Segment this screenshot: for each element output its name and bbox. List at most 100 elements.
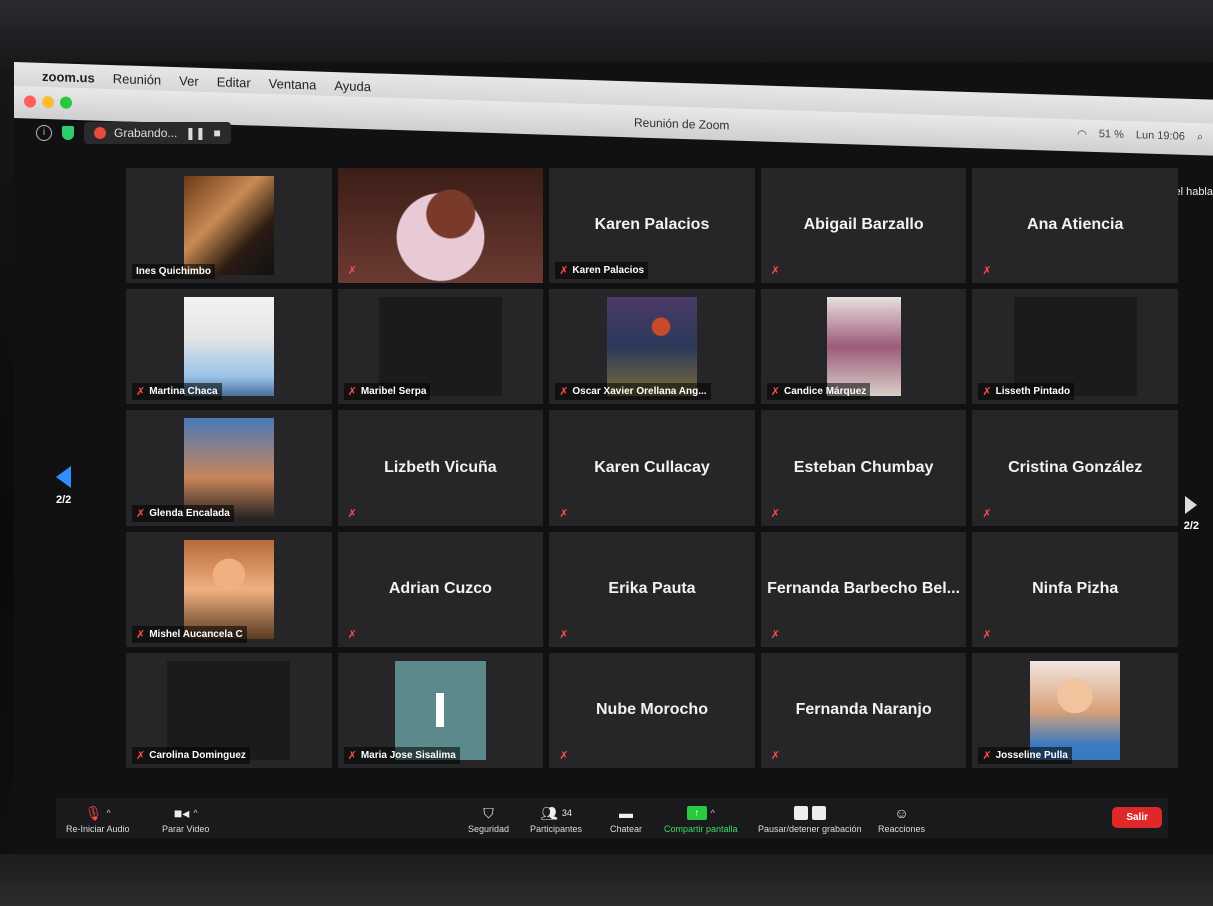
leave-button[interactable]: Salir — [1112, 807, 1162, 828]
minimize-window-button[interactable] — [42, 95, 54, 109]
muted-microphone-icon: ✗ — [982, 749, 992, 762]
participant-tile[interactable]: Ninfa Pizha ✗ — [972, 531, 1178, 647]
participant-tile[interactable]: ✗ Carolina Dominguez — [126, 652, 332, 768]
participant-name-label: ✗ — [767, 626, 784, 643]
microphone-muted-icon: 🎙︎ — [84, 804, 103, 821]
participant-name-label: ✗ — [555, 747, 572, 764]
muted-microphone-icon: ✗ — [347, 628, 357, 641]
reactions-label: Reacciones — [878, 824, 926, 834]
participant-name-label: ✗ Maria Jose Sisalima — [343, 746, 460, 764]
muted-microphone-icon: ✗ — [136, 507, 146, 520]
participant-tile[interactable]: ✗ Martina Chaca — [126, 289, 332, 405]
participant-name-label: ✗ Mishel Aucancela C — [132, 625, 247, 643]
menu-editar[interactable]: Editar — [217, 74, 251, 90]
participant-tile[interactable]: ✗ Oscar Xavier Orellana Ang... — [549, 289, 755, 405]
recording-control-button[interactable]: Pausar/detener grabación — [758, 804, 862, 834]
participant-name-label: ✗ Carolina Dominguez — [132, 746, 250, 764]
participant-name-label: ✗ — [344, 262, 361, 279]
chat-button[interactable]: ▬ Chatear — [610, 804, 642, 834]
participant-grid: Ines Quichimbo ✗ Karen Palacios ✗ Karen Pala… — [126, 168, 1178, 768]
window-controls — [24, 95, 72, 109]
participant-tile[interactable]: Nube Morocho ✗ — [549, 652, 755, 768]
participant-name-label: ✗ — [978, 262, 995, 279]
participant-tile[interactable]: Lizbeth Vicuña ✗ — [337, 410, 544, 526]
participant-tile[interactable]: ✗ Lisseth Pintado — [972, 289, 1178, 405]
participant-tile[interactable]: ✗ Maribel Serpa — [337, 289, 544, 405]
chat-label: Chatear — [610, 824, 643, 834]
menu-reunion[interactable]: Reunión — [113, 71, 161, 88]
participant-video — [378, 297, 503, 397]
chevron-up-icon[interactable]: ^ — [107, 808, 111, 818]
reactions-button[interactable]: ☺ Reacciones — [878, 804, 925, 834]
encryption-shield-icon[interactable] — [62, 126, 74, 140]
muted-microphone-icon: ✗ — [770, 386, 781, 399]
participant-tile[interactable]: Karen Palacios ✗ Karen Palacios — [549, 168, 755, 284]
participant-center-name: Nube Morocho — [595, 701, 708, 719]
participant-name-label: ✗ Maribel Serpa — [343, 383, 431, 401]
participant-tile[interactable]: ✗ Josseline Pulla — [972, 652, 1178, 768]
chat-bubble-icon: ▬ — [619, 805, 634, 821]
muted-microphone-icon: ✗ — [347, 507, 357, 520]
next-page-button[interactable]: 2/2 — [1184, 496, 1199, 532]
participant-video — [183, 418, 275, 518]
stop-recording-icon[interactable]: ■ — [213, 126, 220, 140]
participant-tile[interactable]: Cristina González ✗ — [972, 410, 1178, 526]
muted-microphone-icon: ✗ — [136, 628, 146, 641]
pause-recording-icon[interactable]: ❚❚ — [185, 126, 205, 140]
menu-ventana[interactable]: Ventana — [269, 76, 317, 92]
participant-name-label: ✗ — [344, 626, 361, 643]
participant-name: Karen Palacios — [572, 265, 645, 277]
participant-name-label: ✗ Oscar Xavier Orellana Ang... — [555, 383, 711, 401]
participant-tile[interactable]: Erika Pauta ✗ — [549, 531, 755, 647]
screen: zoom.us Reunión Ver Editar Ventana Ayuda… — [14, 62, 1213, 854]
participant-name-label: ✗ Glenda Encalada — [132, 504, 234, 522]
participant-center-name: Abigail Barzallo — [803, 216, 924, 234]
menu-ver[interactable]: Ver — [179, 73, 199, 89]
muted-microphone-icon: ✗ — [770, 507, 781, 520]
chevron-up-icon[interactable]: ^ — [193, 808, 197, 818]
cloud-recording-icon — [94, 127, 106, 139]
muted-microphone-icon: ✗ — [559, 265, 569, 278]
participant-tile[interactable]: Ana Atiencia ✗ — [972, 168, 1178, 284]
menu-ayuda[interactable]: Ayuda — [334, 78, 371, 94]
chevron-up-icon[interactable]: ^ — [711, 808, 715, 818]
info-icon[interactable]: i — [36, 125, 52, 141]
security-button[interactable]: ⛉ Seguridad — [468, 804, 509, 835]
avatar-initial-icon — [436, 693, 445, 728]
share-screen-button[interactable]: ↑ ^ Compartir pantalla — [664, 804, 738, 834]
participant-tile[interactable]: ✗ Glenda Encalada — [126, 410, 332, 526]
zoom-window-button[interactable] — [60, 96, 72, 109]
audio-button[interactable]: 🎙︎ ^ Re-Iniciar Audio — [66, 804, 130, 835]
participant-tile[interactable]: Abigail Barzallo ✗ — [760, 168, 967, 284]
meeting-top-bar: i Grabando... ❚❚ ■ — [14, 118, 1213, 148]
participant-tile[interactable]: Ines Quichimbo — [126, 168, 332, 284]
participant-tile[interactable]: ✗ — [337, 168, 544, 284]
participants-button[interactable]: 👥︎ 34 Participantes — [530, 804, 582, 835]
previous-page-button[interactable]: 2/2 — [56, 466, 71, 506]
participant-name-label: ✗ — [767, 747, 784, 764]
recording-indicator: Grabando... ❚❚ ■ — [84, 122, 231, 144]
apple-icon[interactable] — [14, 75, 42, 76]
muted-microphone-icon: ✗ — [559, 386, 569, 399]
participant-center-name: Lizbeth Vicuña — [384, 458, 497, 476]
audio-label: Re-Iniciar Audio — [66, 824, 130, 834]
participant-tile[interactable]: ✗ Maria Jose Sisalima — [337, 652, 544, 768]
participant-tile[interactable]: Fernanda Naranjo ✗ — [760, 652, 967, 768]
video-button[interactable]: ■◂ ^ Parar Video — [162, 804, 209, 835]
share-screen-icon: ↑ — [686, 806, 707, 820]
participant-name-label: Ines Quichimbo — [132, 264, 216, 280]
participant-tile[interactable]: ✗ Candice Márquez — [760, 289, 967, 405]
participant-tile[interactable]: ✗ Mishel Aucancela C — [126, 531, 332, 647]
close-window-button[interactable] — [24, 95, 36, 108]
participant-tile[interactable]: Karen Cullacay ✗ — [549, 410, 755, 526]
muted-microphone-icon: ✗ — [347, 386, 357, 399]
participant-tile[interactable]: Fernanda Barbecho Bel... ✗ — [760, 531, 967, 647]
participant-name: Martina Chaca — [149, 386, 218, 398]
participant-tile[interactable]: Esteban Chumbay ✗ — [760, 410, 967, 526]
menu-app[interactable]: zoom.us — [42, 68, 95, 85]
muted-microphone-icon: ✗ — [559, 628, 569, 641]
participant-tile[interactable]: Adrian Cuzco ✗ — [337, 531, 544, 647]
muted-microphone-icon: ✗ — [136, 386, 146, 399]
participant-video — [1029, 660, 1121, 760]
muted-microphone-icon: ✗ — [770, 628, 781, 641]
